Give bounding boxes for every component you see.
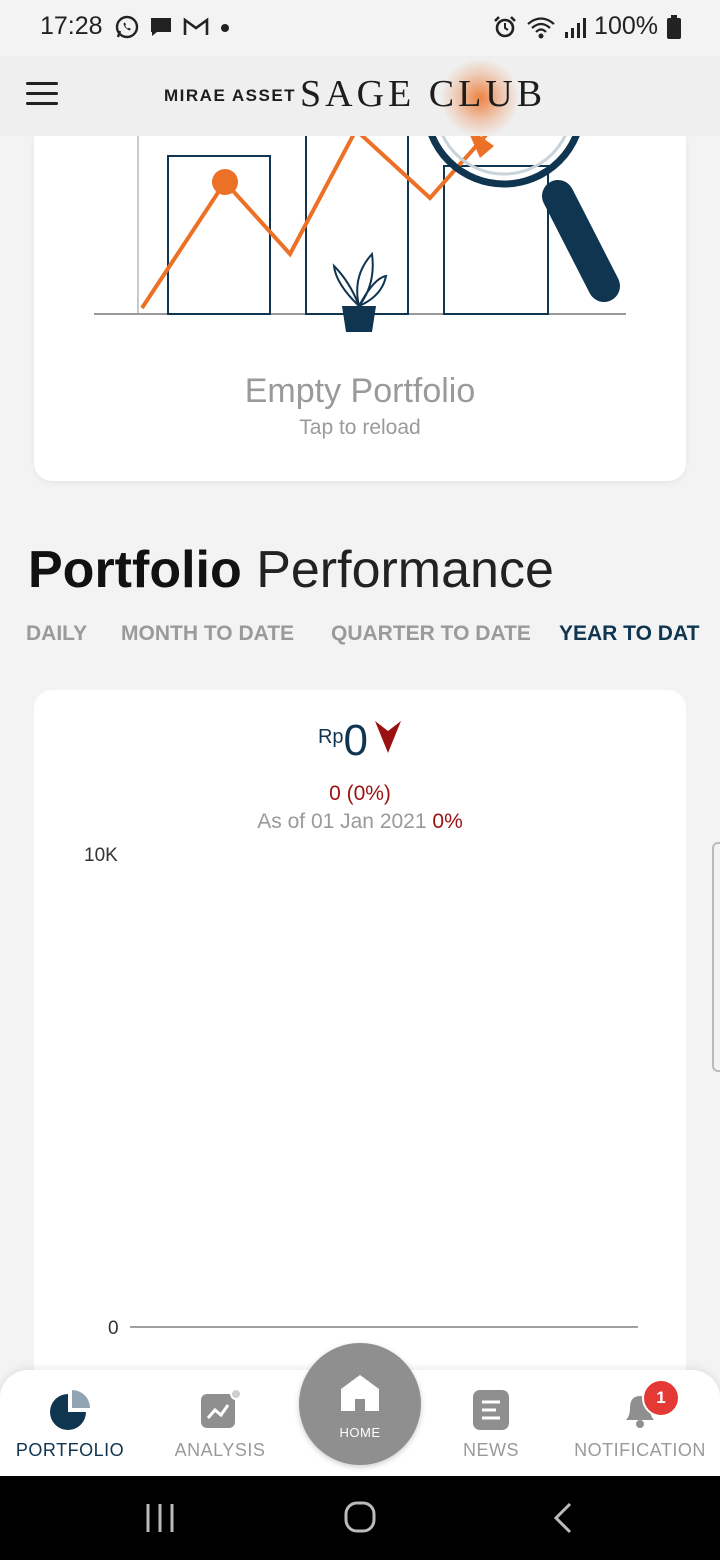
portfolio-value: 0	[343, 716, 369, 765]
pie-chart-icon	[50, 1390, 90, 1430]
title-light: Performance	[256, 541, 554, 599]
gmail-icon	[183, 17, 209, 35]
nav-analysis[interactable]: ANALYSIS	[150, 1370, 290, 1476]
tab-quarter-to-date[interactable]: QUARTER TO DATE	[331, 622, 531, 646]
status-notification-icons	[114, 14, 232, 40]
empty-portfolio-illustration	[94, 136, 626, 332]
nav-home-button[interactable]: HOME	[299, 1343, 421, 1465]
tap-to-reload-link[interactable]: Tap to reload	[34, 416, 686, 440]
status-system-icons: 100%	[492, 12, 682, 41]
analysis-chart-icon	[201, 1388, 242, 1428]
brand-mirae-asset: MIRAE ASSET	[164, 86, 297, 105]
empty-portfolio-title: Empty Portfolio	[244, 372, 476, 410]
message-icon	[151, 18, 171, 36]
notification-badge: 1	[642, 1379, 680, 1417]
value-change: 0 (0%)	[329, 782, 391, 805]
alarm-icon	[494, 15, 516, 37]
signal-icon	[565, 17, 587, 38]
nav-label-home: HOME	[339, 1425, 381, 1440]
battery-icon	[667, 14, 681, 39]
nav-label-portfolio: PORTFOLIO	[15, 1440, 125, 1460]
currency-label: Rp	[317, 726, 344, 748]
back-icon[interactable]	[544, 1498, 584, 1538]
tab-month-to-date[interactable]: MONTH TO DATE	[121, 622, 294, 646]
wifi-icon	[527, 16, 555, 38]
home-circle-icon[interactable]	[340, 1498, 380, 1538]
scroll-indicator[interactable]	[712, 842, 720, 1072]
empty-portfolio-card[interactable]: Empty Portfolio Tap to reload	[34, 136, 686, 481]
down-arrow-icon	[375, 721, 402, 753]
home-icon	[341, 1375, 379, 1411]
app-header: MIRAE ASSET SAGE CLUB	[0, 56, 720, 138]
system-navigation-bar	[0, 1476, 720, 1560]
whatsapp-icon	[115, 15, 139, 39]
title-bold: Portfolio	[28, 541, 242, 599]
tab-year-to-date[interactable]: YEAR TO DAT	[559, 622, 699, 646]
battery-percent: 100%	[594, 12, 658, 40]
news-icon	[473, 1390, 509, 1430]
recent-apps-icon[interactable]	[140, 1498, 180, 1538]
dot-icon	[221, 24, 229, 32]
y-tick-0: 0	[108, 1318, 119, 1339]
performance-tabs: DAILY MONTH TO DATE QUARTER TO DATE YEAR…	[26, 622, 720, 652]
nav-label-news: NEWS	[463, 1440, 519, 1460]
portfolio-value-row: Rp0	[34, 716, 686, 766]
status-time: 17:28	[40, 12, 103, 40]
nav-label-analysis: ANALYSIS	[174, 1440, 266, 1460]
tab-daily[interactable]: DAILY	[26, 622, 87, 646]
nav-label-notification: NOTIFICATION	[574, 1440, 706, 1460]
performance-line-chart[interactable]: 10K 0	[34, 830, 686, 1360]
y-tick-10k: 10K	[84, 845, 118, 866]
menu-icon[interactable]	[26, 82, 58, 106]
nav-portfolio[interactable]: PORTFOLIO	[0, 1370, 140, 1476]
status-bar: 17:28 100%	[0, 0, 720, 56]
brand-sage-club: SAGE CLUB	[300, 73, 547, 115]
nav-news[interactable]: NEWS	[421, 1370, 561, 1476]
performance-chart-card: Rp0 0 (0%) As of 01 Jan 2021 0% 10K 0	[34, 690, 686, 1390]
nav-notification[interactable]: NOTIFICATION	[570, 1370, 710, 1476]
portfolio-performance-title: Portfolio Performance	[28, 540, 554, 600]
